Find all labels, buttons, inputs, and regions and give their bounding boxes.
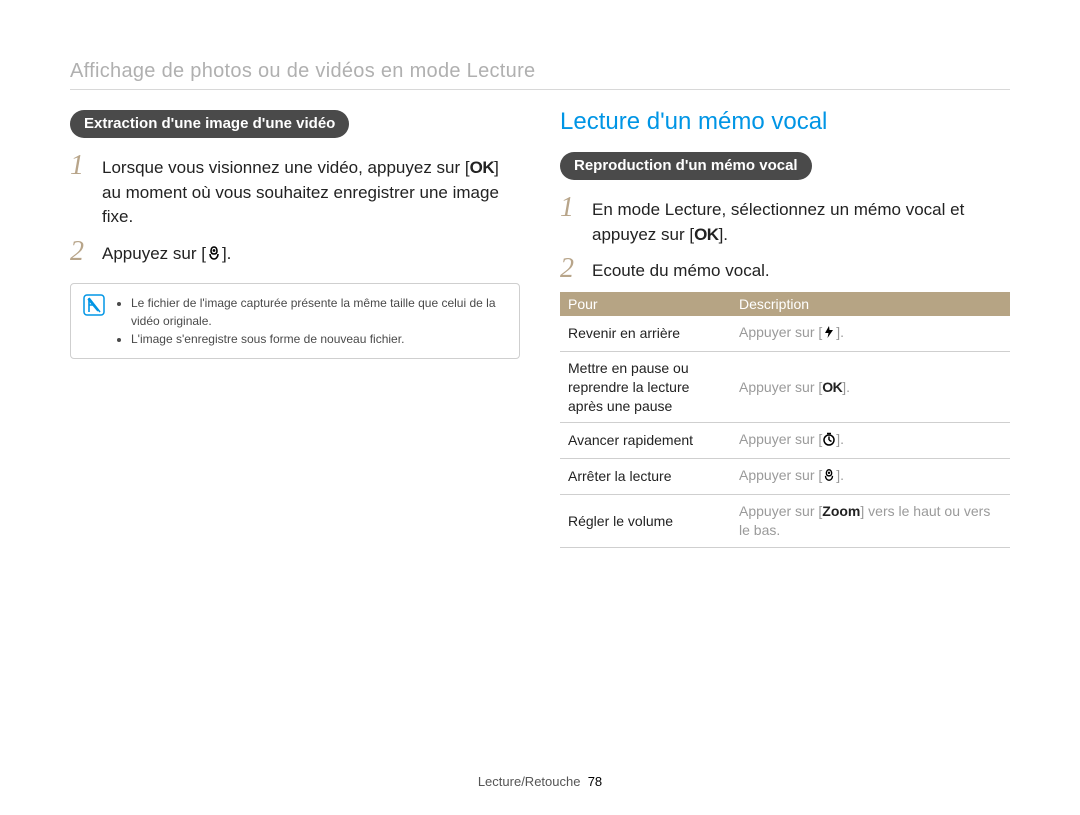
right-column: Lecture d'un mémo vocal Reproduction d'u… (560, 108, 1010, 548)
table-row: Arrêter la lecture Appuyer sur []. (560, 459, 1010, 495)
step-text: En mode Lecture, sélectionnez un mémo vo… (592, 194, 1010, 247)
ok-icon: OK (694, 223, 719, 248)
ok-icon: OK (470, 156, 495, 181)
text: En mode Lecture, sélectionnez un mémo vo… (592, 200, 964, 244)
flash-icon (822, 325, 836, 344)
text: ] (860, 503, 868, 519)
pill-reproduction: Reproduction d'un mémo vocal (560, 152, 812, 180)
macro-icon (822, 468, 836, 487)
step-num: 2 (560, 255, 582, 283)
macro-icon (206, 244, 222, 269)
step-text: Appuyez sur [ ]. (102, 238, 231, 269)
text: Appuyez sur [ (102, 244, 206, 263)
note-bullet: Le fichier de l'image capturée présente … (131, 294, 507, 330)
note-box: Le fichier de l'image capturée présente … (70, 283, 520, 359)
step-1-right: 1 En mode Lecture, sélectionnez un mémo … (560, 194, 1010, 247)
note-icon (83, 294, 105, 316)
ok-icon: OK (822, 378, 842, 397)
section-title: Lecture d'un mémo vocal (560, 108, 1010, 136)
table-row: Régler le volume Appuyer sur [Zoom] vers… (560, 495, 1010, 548)
col-header-desc: Description (731, 292, 1010, 316)
note-list: Le fichier de l'image capturée présente … (115, 294, 507, 348)
text: ]. (719, 225, 728, 244)
cell-pour: Arrêter la lecture (560, 459, 731, 495)
page: Affichage de photos ou de vidéos en mode… (0, 0, 1080, 815)
note-bullet: L'image s'enregistre sous forme de nouve… (131, 330, 507, 348)
page-topic: Affichage de photos ou de vidéos en mode… (70, 60, 1010, 90)
cell-pour: Avancer rapidement (560, 423, 731, 459)
left-column: Extraction d'une image d'une vidéo 1 Lor… (70, 108, 520, 548)
timer-icon (822, 432, 836, 451)
cell-pour: Mettre en pause ou reprendre la lecture … (560, 351, 731, 423)
controls-table: Pour Description Revenir en arrière Appu… (560, 292, 1010, 548)
text: ]. (842, 379, 850, 395)
step-num: 2 (70, 238, 92, 266)
text: Appuyer sur [ (739, 324, 822, 340)
cell-pour: Revenir en arrière (560, 316, 731, 351)
table-row: Avancer rapidement Appuyer sur []. (560, 423, 1010, 459)
cell-desc: Appuyer sur [OK]. (731, 351, 1010, 423)
pill-extraction: Extraction d'une image d'une vidéo (70, 110, 349, 138)
text: ]. (836, 324, 844, 340)
step-2-right: 2 Ecoute du mémo vocal. (560, 255, 1010, 284)
cell-desc: Appuyer sur []. (731, 316, 1010, 351)
text: Appuyer sur [ (739, 503, 822, 519)
step-text: Ecoute du mémo vocal. (592, 255, 770, 284)
footer-section: Lecture/Retouche (478, 774, 581, 789)
text: Appuyer sur [ (739, 431, 822, 447)
col-header-pour: Pour (560, 292, 731, 316)
step-2-left: 2 Appuyez sur [ ]. (70, 238, 520, 269)
table-row: Revenir en arrière Appuyer sur []. (560, 316, 1010, 351)
text: Lorsque vous visionnez une vidéo, appuye… (102, 158, 470, 177)
zoom-label: Zoom (822, 503, 860, 519)
table-row: Mettre en pause ou reprendre la lecture … (560, 351, 1010, 423)
text: ]. (836, 431, 844, 447)
page-footer: Lecture/Retouche 78 (0, 774, 1080, 789)
step-text: Lorsque vous visionnez une vidéo, appuye… (102, 152, 520, 230)
text: ]. (222, 244, 231, 263)
text: ]. (836, 467, 844, 483)
page-number: 78 (588, 774, 602, 789)
cell-desc: Appuyer sur []. (731, 423, 1010, 459)
cell-desc: Appuyer sur [Zoom] vers le haut ou vers … (731, 495, 1010, 548)
text: Appuyer sur [ (739, 379, 822, 395)
step-1-left: 1 Lorsque vous visionnez une vidéo, appu… (70, 152, 520, 230)
step-num: 1 (560, 194, 582, 222)
cell-pour: Régler le volume (560, 495, 731, 548)
cell-desc: Appuyer sur []. (731, 459, 1010, 495)
step-num: 1 (70, 152, 92, 180)
content-columns: Extraction d'une image d'une vidéo 1 Lor… (70, 108, 1010, 548)
text: Appuyer sur [ (739, 467, 822, 483)
